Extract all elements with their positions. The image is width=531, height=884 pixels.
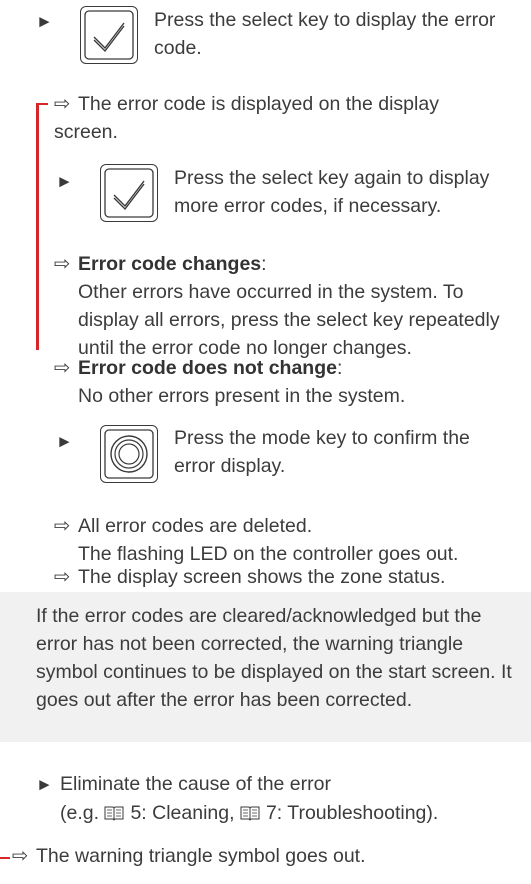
result-title: Error code does not change: [78, 357, 337, 379]
result1-text: The error code is displayed on the displ…: [54, 93, 439, 143]
step3-text: Press the mode key to confirm the error …: [174, 427, 470, 477]
step-arrow: ►: [56, 172, 73, 191]
step-arrow: ►: [56, 432, 73, 451]
red-bracket: [36, 103, 39, 350]
result1: ⇨ The error code is displayed on the disp…: [54, 90, 494, 146]
select-key-icon: [80, 6, 138, 64]
book-icon: [104, 806, 124, 821]
result-error-code-changes: ⇨ Error code changes: Other errors have o…: [54, 250, 529, 362]
colon: :: [261, 253, 267, 275]
step-arrow: ►: [36, 775, 53, 794]
result-arrow: ⇨: [54, 93, 71, 115]
red-bracket-tick: [36, 103, 48, 105]
step-arrow: ►: [36, 12, 53, 31]
step4-line1: Eliminate the cause of the error: [60, 773, 331, 795]
result-error-code-no-change: ⇨ Error code does not change: No other er…: [54, 354, 524, 410]
step4-ref1[interactable]: 5: Cleaning,: [130, 802, 240, 824]
step4-ref-open: (e.g.: [60, 802, 105, 824]
red-bracket-tick: [0, 857, 10, 859]
result5: ⇨ The warning triangle symbol goes out.: [12, 842, 512, 870]
result-arrow: ⇨: [54, 253, 71, 275]
result-text: Other errors have occurred in the system…: [78, 281, 500, 359]
step1-text: Press the select key to display the erro…: [154, 9, 496, 59]
note-text: If the error codes are cleared/acknowled…: [36, 605, 512, 711]
result-arrow: ⇨: [12, 845, 29, 867]
result-arrow: ⇨: [54, 566, 71, 588]
result4-text: The display screen shows the zone status…: [78, 566, 446, 588]
result-title: Error code changes: [78, 253, 262, 275]
result-text: No other errors present in the system.: [78, 385, 406, 407]
result3-line1: All error codes are deleted.: [78, 515, 313, 537]
mode-key-icon: [100, 425, 158, 483]
colon: :: [336, 357, 343, 379]
select-key-icon: [100, 164, 158, 222]
note-box: If the error codes are cleared/acknowled…: [0, 592, 531, 742]
result-arrow: ⇨: [54, 357, 71, 379]
result-arrow: ⇨: [54, 515, 71, 537]
result5-text: The warning triangle symbol goes out.: [36, 845, 366, 867]
result3: ⇨ All error codes are deleted. The flashi…: [54, 512, 524, 568]
result4: ⇨ The display screen shows the zone statu…: [54, 563, 524, 591]
step4: ► Eliminate the cause of the error (e.g. …: [36, 770, 526, 827]
step2-text: Press the select key again to display mo…: [174, 167, 490, 217]
book-icon: [240, 806, 260, 821]
step4-ref2[interactable]: 7: Troubleshooting).: [266, 802, 438, 824]
